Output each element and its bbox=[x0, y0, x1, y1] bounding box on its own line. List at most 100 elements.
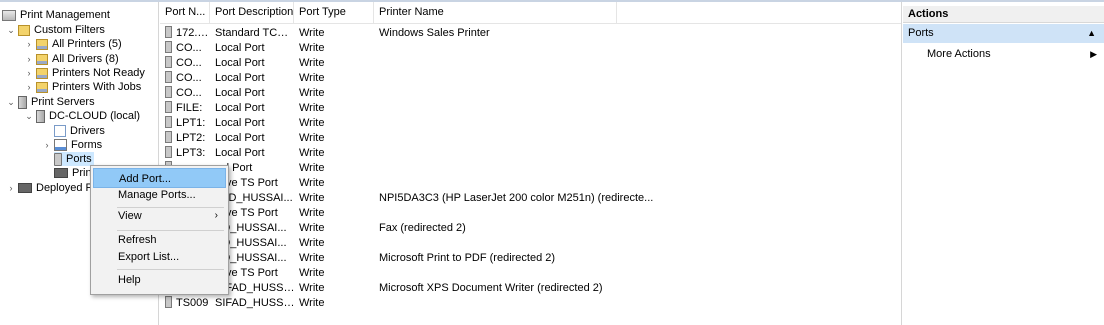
port-name-cell: 172.1... bbox=[165, 26, 211, 41]
chevron-down-icon[interactable]: ⌄ bbox=[6, 95, 16, 109]
forms-icon bbox=[54, 139, 67, 151]
port-type-cell: Write bbox=[299, 176, 375, 191]
menu-item-view[interactable]: View › bbox=[93, 206, 226, 226]
printer-name-cell: NPI5DA3C3 (HP LaserJet 200 color M251n) … bbox=[379, 191, 679, 206]
cell-text: Write bbox=[299, 177, 325, 189]
table-row[interactable]: AD_HUSSAI... Write Fax (redirected 2) bbox=[160, 221, 901, 236]
chevron-right-icon[interactable]: › bbox=[6, 181, 16, 195]
table-row[interactable]: ctive TS Port Write bbox=[160, 176, 901, 191]
table-row[interactable]: TS009 SIFAD_HUSSAI... Write bbox=[160, 296, 901, 311]
cell-text: Write bbox=[299, 162, 325, 174]
port-type-cell: Write bbox=[299, 236, 375, 251]
port-type-cell: Write bbox=[299, 146, 375, 161]
column-header-printer-name[interactable]: Printer Name bbox=[374, 2, 617, 23]
tree-item-server[interactable]: ⌄ DC-CLOUD (local) bbox=[24, 109, 140, 123]
table-row[interactable]: CO... Local Port Write bbox=[160, 56, 901, 71]
tree-item-all-printers[interactable]: › All Printers (5) bbox=[24, 37, 122, 51]
chevron-right-icon[interactable]: › bbox=[24, 52, 34, 66]
table-row[interactable]: FILE: Local Port Write bbox=[160, 101, 901, 116]
chevron-down-icon[interactable]: ⌄ bbox=[24, 109, 34, 123]
table-row[interactable]: CO... Local Port Write bbox=[160, 86, 901, 101]
port-icon bbox=[165, 71, 172, 83]
filter-icon bbox=[36, 67, 48, 79]
cell-text: Write bbox=[299, 57, 325, 69]
column-header-port-type[interactable]: Port Type bbox=[294, 2, 374, 23]
filter-folder-icon bbox=[18, 24, 30, 36]
port-icon bbox=[165, 116, 172, 128]
tree-item-print-servers[interactable]: ⌄ Print Servers bbox=[6, 95, 95, 109]
tree-item-forms[interactable]: › Forms bbox=[42, 138, 102, 152]
chevron-right-icon[interactable]: › bbox=[24, 37, 34, 51]
chevron-right-icon[interactable]: › bbox=[24, 80, 34, 94]
menu-item-help[interactable]: Help bbox=[93, 270, 226, 290]
port-type-cell: Write bbox=[299, 161, 375, 176]
more-actions-item[interactable]: More Actions ▶ bbox=[927, 46, 1097, 62]
table-row[interactable]: TS008SIFAD_HUSSAI...WriteMicrosoft XPS D… bbox=[160, 281, 901, 296]
tree-item-drivers[interactable]: Drivers bbox=[54, 124, 105, 138]
menu-item-export-list[interactable]: Export List... bbox=[93, 247, 226, 267]
cell-text: Local Port bbox=[215, 132, 265, 144]
port-description-cell: Local Port bbox=[215, 41, 295, 56]
table-row[interactable]: ctive TS Port Write bbox=[160, 266, 901, 281]
cell-text: CO... bbox=[176, 87, 202, 99]
menu-item-manage-ports[interactable]: Manage Ports... bbox=[93, 185, 226, 205]
column-header-port-name[interactable]: Port N... bbox=[160, 2, 210, 23]
port-icon bbox=[54, 152, 62, 166]
tree-item-ports[interactable]: Ports bbox=[54, 152, 94, 166]
table-row[interactable]: ctive TS Port Write bbox=[160, 206, 901, 221]
port-description-cell: Local Port bbox=[215, 71, 295, 86]
context-menu: Add Port... Manage Ports... View › Refre… bbox=[90, 165, 229, 295]
port-type-cell: Write bbox=[299, 116, 375, 131]
port-type-cell: Write bbox=[299, 191, 375, 206]
tree-item-custom-filters[interactable]: ⌄ Custom Filters bbox=[6, 23, 105, 37]
tree-label: Print Servers bbox=[31, 96, 95, 108]
more-actions-label: More Actions bbox=[927, 48, 991, 60]
table-row[interactable]: CO... Local Port Write bbox=[160, 71, 901, 86]
cell-text: CO... bbox=[176, 57, 202, 69]
port-type-cell: Write bbox=[299, 101, 375, 116]
tree-item-all-drivers[interactable]: › All Drivers (8) bbox=[24, 52, 119, 66]
table-row[interactable]: AD_HUSSAI... Write bbox=[160, 236, 901, 251]
cell-text: TS009 bbox=[176, 297, 209, 309]
printer-name-cell: Microsoft XPS Document Writer (redirecte… bbox=[379, 281, 679, 296]
drivers-icon bbox=[54, 125, 66, 137]
tree-item-printers-with-jobs[interactable]: › Printers With Jobs bbox=[24, 80, 142, 94]
tree-item-deployed-printers[interactable]: › Deployed P bbox=[6, 181, 93, 195]
tree-item-print-management[interactable]: Print Management bbox=[2, 8, 110, 22]
table-row[interactable]: AD_HUSSAI... Write Microsoft Print to PDF … bbox=[160, 251, 901, 266]
table-row[interactable]: FAD_HUSSAI... Write NPI5DA3C3 (HP LaserJet… bbox=[160, 191, 901, 206]
cell-text: Microsoft XPS Document Writer (redirecte… bbox=[379, 282, 603, 294]
table-row[interactable]: LPT1: Local Port Write bbox=[160, 116, 901, 131]
cell-text: Local Port bbox=[215, 147, 265, 159]
table-row[interactable]: LPT2: Local Port Write bbox=[160, 131, 901, 146]
chevron-right-icon[interactable]: › bbox=[24, 66, 34, 80]
port-icon bbox=[165, 296, 172, 308]
port-type-cell: Write bbox=[299, 26, 375, 41]
tree-item-printers-not-ready[interactable]: › Printers Not Ready bbox=[24, 66, 145, 80]
table-row[interactable]: LPT3: Local Port Write bbox=[160, 146, 901, 161]
table-row[interactable]: CO... Local Port Write bbox=[160, 41, 901, 56]
cell-text: CO... bbox=[176, 42, 202, 54]
actions-title: Actions bbox=[903, 6, 1104, 23]
chevron-down-icon[interactable]: ⌄ bbox=[6, 23, 16, 37]
actions-section-label: Ports bbox=[908, 27, 934, 39]
actions-section-ports[interactable]: Ports ▲ bbox=[903, 24, 1104, 43]
tree-label: All Printers (5) bbox=[52, 38, 122, 50]
port-description-cell: Local Port bbox=[215, 146, 295, 161]
port-description-cell: Local Port bbox=[215, 86, 295, 101]
cell-text: LPT2: bbox=[176, 132, 206, 144]
table-row[interactable]: 172.1... Standard TCP/I... Write Windows Sa… bbox=[160, 26, 901, 41]
tree-label: Drivers bbox=[70, 125, 105, 137]
port-type-cell: Write bbox=[299, 56, 375, 71]
table-row[interactable]: cal Port Write bbox=[160, 161, 901, 176]
cell-text: Write bbox=[299, 102, 325, 114]
tree-label: Custom Filters bbox=[34, 24, 105, 36]
tree-label: Print Management bbox=[20, 9, 110, 21]
collapse-icon[interactable]: ▲ bbox=[1087, 24, 1096, 43]
printer-name-cell: Windows Sales Printer bbox=[379, 26, 679, 41]
chevron-right-icon[interactable]: › bbox=[42, 138, 52, 152]
tree-item-printers[interactable]: Print bbox=[54, 166, 95, 180]
port-type-cell: Write bbox=[299, 281, 375, 296]
cell-text: Write bbox=[299, 132, 325, 144]
column-header-port-description[interactable]: Port Description bbox=[210, 2, 294, 23]
